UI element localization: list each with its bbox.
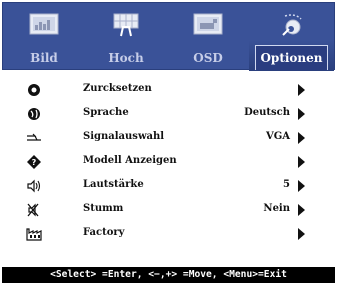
- submenu-arrow-icon: [298, 108, 305, 120]
- options-icon: [281, 14, 302, 36]
- menu-item-mute[interactable]: Stumm Nein: [0, 199, 337, 221]
- signal-input-icon: [27, 133, 41, 141]
- menu-item-label: Lautstärke: [83, 179, 144, 190]
- mute-icon: [27, 203, 39, 217]
- tab-label: OSD: [193, 51, 223, 65]
- tab-label: Hoch: [108, 51, 144, 65]
- picture-icon: [29, 13, 59, 35]
- osd-icon: [193, 13, 223, 35]
- menu-item-volume[interactable]: Lautstärke 5: [0, 175, 337, 197]
- svg-text:?: ?: [32, 158, 37, 167]
- menu-item-label: Factory: [83, 227, 125, 238]
- menu-item-reset[interactable]: Zurcksetzen: [0, 79, 337, 101]
- position-icon: [113, 13, 139, 37]
- menu-item-value: VGA: [265, 131, 290, 142]
- submenu-arrow-icon: [298, 228, 305, 240]
- tab-bild[interactable]: Bild: [3, 3, 85, 71]
- menu-item-model-info[interactable]: ? Modell Anzeigen: [0, 151, 337, 173]
- tab-bar: Bild Hoch OSD Optionen: [2, 2, 335, 71]
- submenu-arrow-icon: [298, 180, 305, 192]
- menu-item-value: Deutsch: [244, 107, 290, 118]
- tab-label: Optionen: [260, 51, 323, 65]
- menu-item-label: Sprache: [83, 107, 129, 118]
- menu-item-label: Modell Anzeigen: [83, 155, 177, 166]
- osd-menu: Bild Hoch OSD Optionen Zurcksetzen Sprac…: [0, 0, 337, 285]
- submenu-arrow-icon: [298, 204, 305, 216]
- menu-item-factory[interactable]: Factory: [0, 223, 337, 245]
- factory-icon: [26, 228, 42, 241]
- menu-item-signal-input[interactable]: Signalauswahl VGA: [0, 127, 337, 149]
- speaker-icon: [27, 179, 41, 193]
- menu-item-value: Nein: [263, 203, 290, 214]
- menu-item-label: Stumm: [83, 203, 124, 214]
- options-menu-list: Zurcksetzen Sprache Deutsch Signalauswah…: [0, 70, 337, 266]
- tab-osd[interactable]: OSD: [167, 3, 249, 71]
- tab-optionen[interactable]: Optionen: [249, 3, 334, 71]
- tab-label: Bild: [30, 51, 58, 65]
- globe-icon: [28, 108, 40, 120]
- menu-item-language[interactable]: Sprache Deutsch: [0, 103, 337, 125]
- menu-item-label: Signalauswahl: [83, 131, 165, 142]
- menu-item-label: Zurcksetzen: [83, 83, 152, 94]
- submenu-arrow-icon: [298, 84, 305, 96]
- status-bar: <Select> =Enter, <−,+> =Move, <Menu>=Exi…: [2, 267, 335, 283]
- reset-icon: [28, 84, 40, 96]
- menu-item-value: 5: [283, 179, 290, 190]
- submenu-arrow-icon: [298, 132, 305, 144]
- submenu-arrow-icon: [298, 156, 305, 168]
- info-diamond-icon: ?: [27, 155, 41, 169]
- tab-hoch[interactable]: Hoch: [85, 3, 167, 71]
